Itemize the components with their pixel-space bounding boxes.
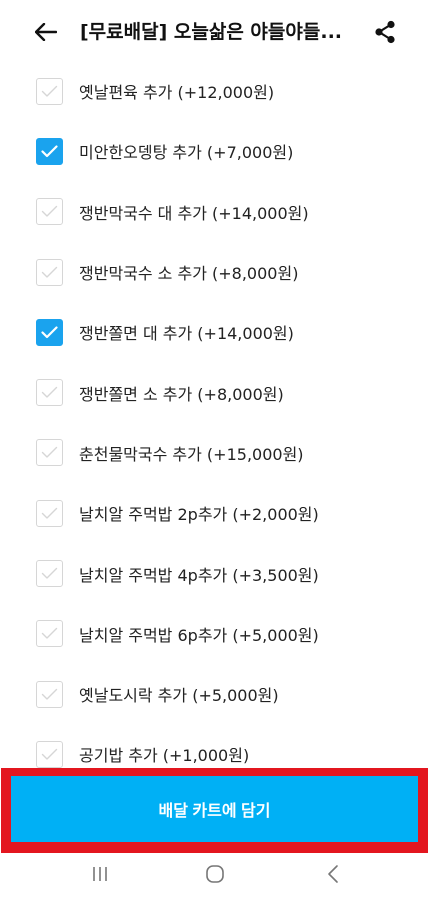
option-row[interactable]: 옛날도시락 추가 (+5,000원) [0,664,429,724]
app-bar: [무료배달] 오늘삶은 야들야들... [0,0,429,64]
nav-back-icon [328,865,338,883]
checkmark-icon [41,326,58,338]
checkmark-icon [41,507,58,519]
option-row[interactable]: 쟁반쫄면 대 추가 (+14,000원) [0,302,429,362]
checkmark-icon [41,145,58,158]
option-row[interactable]: 날치알 주먹밥 6p추가 (+5,000원) [0,604,429,664]
option-list: 옛날편육 추가 (+12,000원) 미안한오뎅탕 추가 (+7,000원) 쟁반막… [0,61,429,771]
option-checkbox[interactable] [36,560,63,588]
option-checkbox[interactable] [36,258,63,286]
checkmark-icon [41,688,58,700]
option-row[interactable]: 춘천물막국수 추가 (+15,000원) [0,423,429,483]
checkmark-icon [41,628,58,640]
option-label: 날치알 주먹밥 2p추가 (+2,000원) [79,505,319,525]
option-checkbox[interactable] [36,620,63,648]
share-icon [375,20,395,44]
checkmark-icon [41,266,58,278]
option-checkbox[interactable] [36,137,63,165]
option-row[interactable]: 날치알 주먹밥 2p추가 (+2,000원) [0,483,429,543]
option-label: 날치알 주먹밥 4p추가 (+3,500원) [79,565,319,585]
screen: [무료배달] 오늘삶은 야들야들... 옛날편육 추가 (+12,000원) 미안… [0,0,429,897]
checkmark-icon [41,386,58,398]
option-label: 쟁반막국수 소 추가 (+8,000원) [79,264,299,284]
option-checkbox[interactable] [36,740,63,768]
option-checkbox[interactable] [36,499,63,527]
option-row[interactable]: 쟁반쫄면 소 추가 (+8,000원) [0,362,429,422]
checkmark-icon [41,748,58,760]
option-label: 쟁반쫄면 대 추가 (+14,000원) [79,324,294,344]
nav-back-button[interactable] [313,857,353,891]
option-label: 미안한오뎅탕 추가 (+7,000원) [79,143,294,163]
checkmark-icon [41,567,58,579]
checkmark-icon [41,206,58,217]
checkmark-icon [41,447,58,459]
option-row[interactable]: 공기밥 추가 (+1,000원) [0,724,429,771]
option-checkbox[interactable] [36,379,63,407]
option-label: 쟁반쫄면 소 추가 (+8,000원) [79,384,284,404]
option-checkbox[interactable] [36,680,63,708]
arrow-left-icon [35,23,57,41]
page-title: [무료배달] 오늘삶은 야들야들... [80,21,342,43]
system-nav-bar [0,853,429,897]
option-label: 춘천물막국수 추가 (+15,000원) [79,444,304,464]
option-row[interactable]: 미안한오뎅탕 추가 (+7,000원) [0,121,429,181]
option-label: 옛날도시락 추가 (+5,000원) [79,686,279,706]
share-button[interactable] [367,14,403,50]
home-button[interactable] [195,857,235,891]
option-checkbox[interactable] [36,318,63,346]
option-label: 공기밥 추가 (+1,000원) [79,746,250,766]
recent-apps-icon [93,867,107,881]
add-to-cart-button[interactable]: 배달 카트에 담기 [11,776,418,842]
option-row[interactable]: 옛날편육 추가 (+12,000원) [0,61,429,121]
option-row[interactable]: 날치알 주먹밥 4p추가 (+3,500원) [0,543,429,603]
option-label: 날치알 주먹밥 6p추가 (+5,000원) [79,625,319,645]
checkmark-icon [41,85,58,97]
recent-apps-button[interactable] [80,857,120,891]
option-checkbox[interactable] [36,198,63,226]
back-button[interactable] [28,14,64,50]
option-checkbox[interactable] [36,439,63,467]
option-row[interactable]: 쟁반막국수 소 추가 (+8,000원) [0,242,429,302]
option-label: 옛날편육 추가 (+12,000원) [79,83,275,103]
option-label: 쟁반막국수 대 추가 (+14,000원) [79,203,309,223]
option-checkbox[interactable] [36,77,63,105]
option-row[interactable]: 쟁반막국수 대 추가 (+14,000원) [0,182,429,242]
home-icon [206,865,224,883]
